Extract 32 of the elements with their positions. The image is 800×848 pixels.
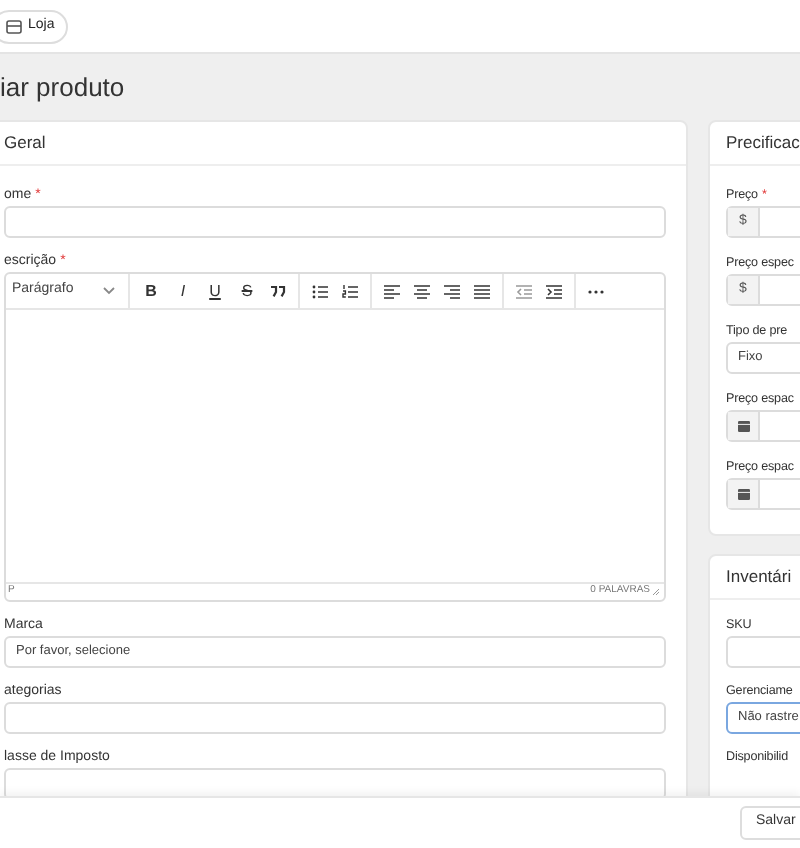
calendar-icon xyxy=(737,420,749,432)
toolbar-button[interactable]: S xyxy=(238,283,256,299)
toolbar-button[interactable] xyxy=(546,283,562,299)
quote-icon xyxy=(270,283,286,299)
toolbar-button[interactable] xyxy=(414,283,430,299)
toolbar-button[interactable]: B xyxy=(142,283,160,299)
outdent-icon xyxy=(516,283,532,299)
toolbar-button[interactable] xyxy=(312,283,328,299)
store-icon xyxy=(6,19,22,33)
toolbar-button[interactable] xyxy=(342,283,358,299)
toolbar-button[interactable] xyxy=(270,283,286,299)
numbered-list-icon xyxy=(342,283,358,299)
card-title: Precificac xyxy=(726,130,800,156)
indent-icon xyxy=(546,283,562,299)
toolbar-button[interactable]: U xyxy=(206,283,224,299)
align-justify-icon xyxy=(474,283,490,299)
chevron-down-icon xyxy=(102,286,116,296)
toolbar-button[interactable]: I xyxy=(174,283,192,299)
toolbar-button[interactable] xyxy=(384,283,400,299)
bullet-list-icon xyxy=(312,283,328,299)
align-left-icon xyxy=(384,283,400,299)
toolbar-button[interactable] xyxy=(444,283,460,299)
card-title: Geral xyxy=(4,130,46,156)
card-title: Inventári xyxy=(726,564,792,590)
align-right-icon xyxy=(444,283,460,299)
resize-handle-icon xyxy=(652,588,660,596)
text-input[interactable] xyxy=(4,206,666,238)
toolbar-button[interactable] xyxy=(474,283,490,299)
page-title: iar produto xyxy=(0,69,125,106)
text-input[interactable] xyxy=(4,702,666,734)
calendar-icon xyxy=(737,488,749,500)
align-center-icon xyxy=(414,283,430,299)
